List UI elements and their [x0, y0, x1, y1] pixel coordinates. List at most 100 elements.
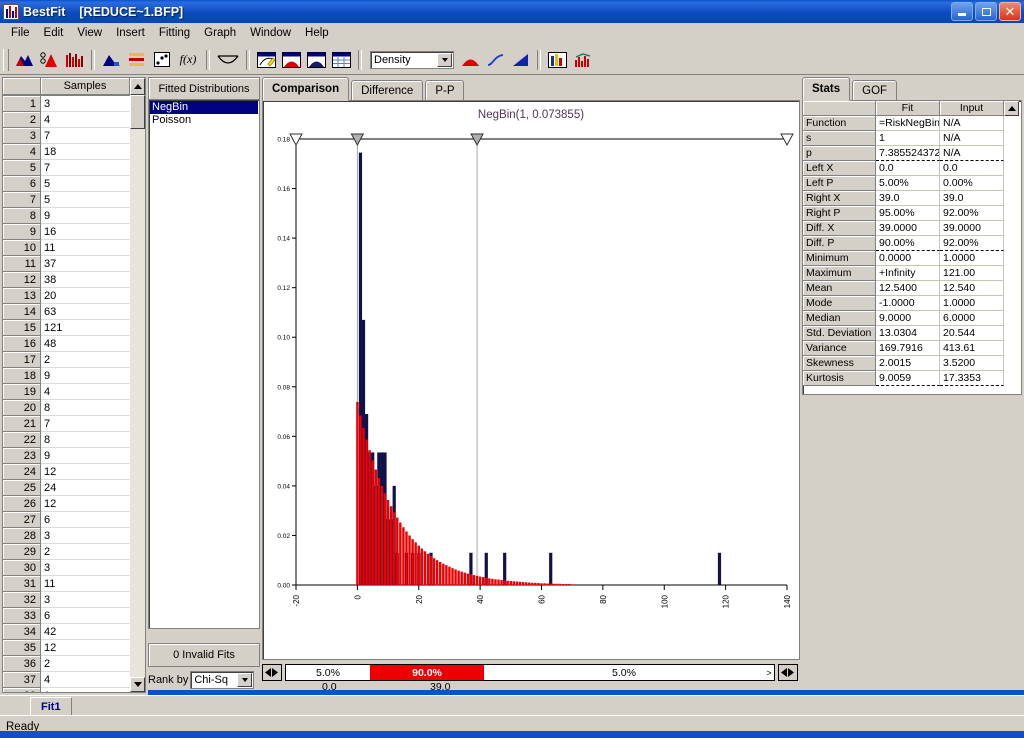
stats-input-value[interactable]: 92.00%	[940, 236, 1004, 251]
menu-help[interactable]: Help	[298, 25, 336, 41]
sample-value-cell[interactable]: 38	[41, 272, 130, 288]
stats-row-label[interactable]: Diff. X	[803, 221, 876, 236]
sample-value-cell[interactable]: 121	[41, 320, 130, 336]
stats-input-value[interactable]: 413.61	[940, 341, 1004, 356]
sample-value-cell[interactable]: 37	[41, 256, 130, 272]
samples-grid[interactable]: Samples 1 3 2 4 3 7 4 18 5 7 6 5 7 5 8 9 9 16 10 11 11 37 12 38…	[2, 77, 146, 693]
table-row[interactable]: 25 24	[3, 480, 145, 496]
row-number-cell[interactable]: 16	[3, 336, 41, 352]
fit-distributions-icon[interactable]	[38, 49, 61, 71]
minimize-button[interactable]	[951, 2, 973, 21]
table-row[interactable]: 18 9	[3, 368, 145, 384]
row-number-cell[interactable]: 7	[3, 192, 41, 208]
table-row[interactable]: 9 16	[3, 224, 145, 240]
sample-value-cell[interactable]: 2	[41, 544, 130, 560]
grid-scrollbar[interactable]	[130, 95, 145, 692]
cumulative-curve-icon[interactable]	[484, 49, 507, 71]
sample-value-cell[interactable]: 12	[41, 496, 130, 512]
table-row[interactable]: 20 8	[3, 400, 145, 416]
stats-row-label[interactable]: Std. Deviation	[803, 326, 876, 341]
histogram-icon[interactable]	[63, 49, 86, 71]
sample-value-cell[interactable]: 6	[41, 608, 130, 624]
stats-fit-value[interactable]: 7.38552437223	[876, 146, 940, 161]
row-number-cell[interactable]: 13	[3, 288, 41, 304]
stats-fit-value[interactable]: 9.0059	[876, 371, 940, 386]
density-curve-icon[interactable]	[459, 49, 482, 71]
row-number-cell[interactable]: 11	[3, 256, 41, 272]
row-number-cell[interactable]: 14	[3, 304, 41, 320]
table-row[interactable]: 37	[3, 128, 145, 144]
stats-fit-value[interactable]: 169.7916	[876, 341, 940, 356]
stats-row-label[interactable]: Maximum	[803, 266, 876, 281]
row-number-cell[interactable]: 38	[3, 688, 41, 692]
row-number-cell[interactable]: 31	[3, 576, 41, 592]
data-list-icon[interactable]	[125, 49, 148, 71]
grid-scroll-up-button[interactable]	[130, 78, 145, 95]
stats-fit-value[interactable]: +Infinity	[876, 266, 940, 281]
row-number-cell[interactable]: 8	[3, 208, 41, 224]
sample-value-cell[interactable]: 63	[41, 304, 130, 320]
stats-input-value[interactable]: 39.0	[940, 191, 1004, 206]
table-row[interactable]: 21 7	[3, 416, 145, 432]
sample-value-cell[interactable]: 8	[41, 432, 130, 448]
sample-value-cell[interactable]: 5	[41, 192, 130, 208]
table-row[interactable]: 381	[3, 688, 145, 692]
table-row[interactable]: 36 2	[3, 656, 145, 672]
menu-window[interactable]: Window	[243, 25, 298, 41]
grid-scroll-down-button[interactable]	[130, 677, 145, 692]
sample-value-cell[interactable]: 3	[41, 592, 130, 608]
slider-mid-segment[interactable]: 90.0%	[370, 665, 484, 680]
row-number-cell[interactable]: 22	[3, 432, 41, 448]
row-number-cell[interactable]: 4	[3, 144, 41, 160]
table-row[interactable]: 4 18	[3, 144, 145, 160]
sample-value-cell[interactable]: 11	[41, 240, 130, 256]
stats-input-value[interactable]: 39.0000	[940, 221, 1004, 236]
sample-value-cell[interactable]: 8	[41, 400, 130, 416]
stats-fit-value[interactable]: 5.00%	[876, 176, 940, 191]
slider-right-segment[interactable]: 5.0%	[484, 665, 764, 680]
row-number-cell[interactable]: 37	[3, 672, 41, 688]
menu-insert[interactable]: Insert	[109, 25, 152, 41]
stats-row-label[interactable]: Variance	[803, 341, 876, 356]
stats-input-value[interactable]: 1.0000	[940, 251, 1004, 266]
table-row[interactable]: 12 38	[3, 272, 145, 288]
new-fit-icon[interactable]	[13, 49, 36, 71]
stats-row-label[interactable]: Kurtosis	[803, 371, 876, 386]
stats-fit-value[interactable]: 0.0000	[876, 251, 940, 266]
stats-fit-value[interactable]: 39.0	[876, 191, 940, 206]
table-row[interactable]: 75	[3, 192, 145, 208]
area-curve-icon[interactable]	[509, 49, 532, 71]
sample-value-cell[interactable]: 12	[41, 640, 130, 656]
table-row[interactable]: 31 11	[3, 576, 145, 592]
tab-gof[interactable]: GOF	[852, 80, 898, 101]
tab-difference[interactable]: Difference	[351, 80, 424, 101]
stats-input-value[interactable]: 121.00	[940, 266, 1004, 281]
stats-input-value[interactable]: 0.00%	[940, 176, 1004, 191]
menu-view[interactable]: View	[70, 25, 109, 41]
stats-row-label[interactable]: Right X	[803, 191, 876, 206]
toolbar-grip[interactable]	[3, 48, 9, 71]
rank-chevron-down-icon[interactable]	[237, 673, 253, 687]
stats-input-value[interactable]: 1.0000	[940, 296, 1004, 311]
table-row[interactable]: 16 48	[3, 336, 145, 352]
stats-row-label[interactable]: Function	[803, 116, 876, 131]
row-number-cell[interactable]: 23	[3, 448, 41, 464]
row-number-cell[interactable]: 21	[3, 416, 41, 432]
sample-value-cell[interactable]: 4	[41, 112, 130, 128]
fitted-item-poisson[interactable]: Poisson	[150, 114, 258, 127]
stats-input-value[interactable]: 0.0	[940, 161, 1004, 176]
stats-input-value[interactable]: 20.544	[940, 326, 1004, 341]
table-row[interactable]: 10 11	[3, 240, 145, 256]
fitted-item-negbin[interactable]: NegBin	[150, 101, 258, 114]
sample-value-cell[interactable]: 9	[41, 448, 130, 464]
table-row[interactable]: 26 12	[3, 496, 145, 512]
stats-table[interactable]: Fit Input Function=RiskNegBin(1,N/As1N/A…	[802, 100, 1022, 395]
grid-header-samples[interactable]: Samples	[41, 78, 130, 95]
table-row[interactable]: 23 9	[3, 448, 145, 464]
row-number-cell[interactable]: 6	[3, 176, 41, 192]
menu-graph[interactable]: Graph	[197, 25, 243, 41]
sample-value-cell[interactable]: 5	[41, 176, 130, 192]
stats-fit-value[interactable]: 9.0000	[876, 311, 940, 326]
comparison-chart[interactable]: NegBin(1, 0.073855) 0.00 0.02 0.04 0.06 0.08…	[262, 100, 800, 660]
stats-fit-value[interactable]: 12.5400	[876, 281, 940, 296]
